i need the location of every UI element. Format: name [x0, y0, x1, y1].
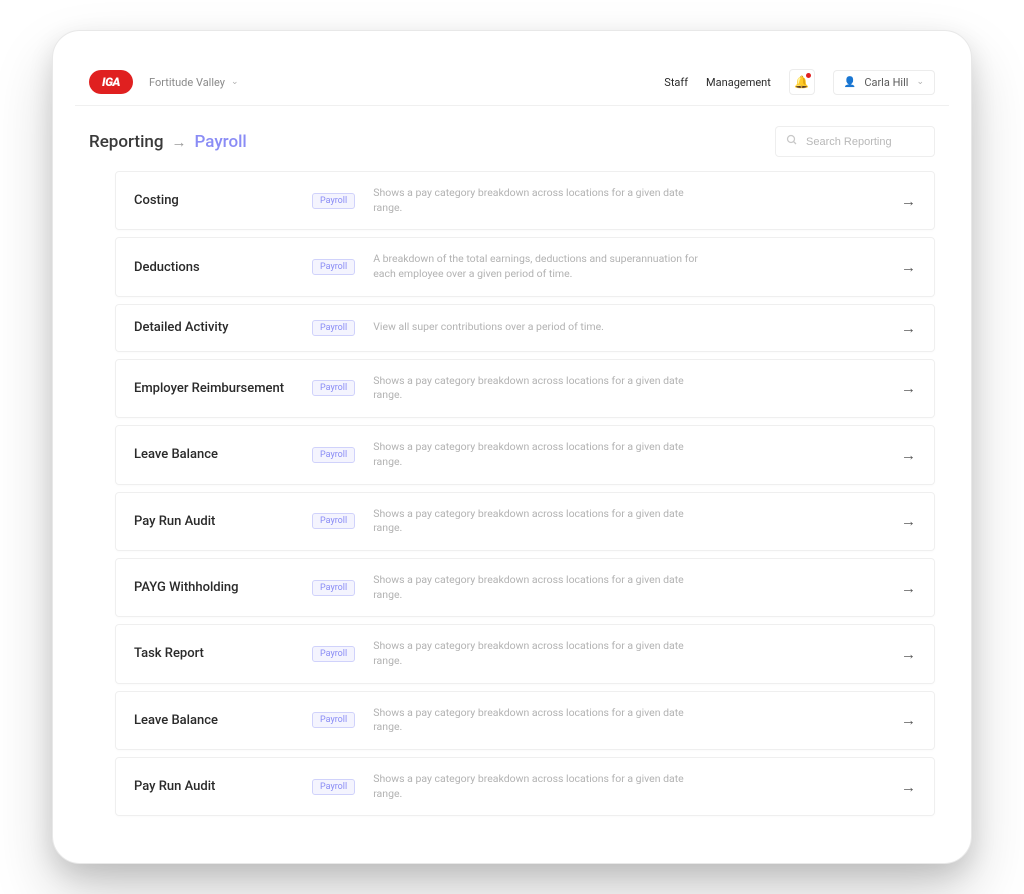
- device-frame: IGA Fortitude Valley ⌄ Staff Management …: [52, 30, 972, 864]
- report-title: Costing: [134, 193, 294, 208]
- arrow-right-icon: →: [901, 379, 916, 397]
- report-row[interactable]: Leave Balance Payroll Shows a pay category…: [115, 691, 935, 750]
- arrow-right-icon: →: [901, 192, 916, 210]
- user-menu[interactable]: 👤 Carla Hill ⌄: [833, 70, 935, 95]
- report-title: Pay Run Audit: [134, 779, 294, 794]
- report-description: Shows a pay category breakdown across lo…: [373, 573, 703, 602]
- chevron-down-icon: ⌄: [916, 77, 924, 87]
- report-description: Shows a pay category breakdown across lo…: [373, 186, 703, 215]
- report-description: Shows a pay category breakdown across lo…: [373, 507, 703, 536]
- breadcrumb-parent[interactable]: Reporting: [89, 132, 164, 152]
- breadcrumb: Reporting → Payroll: [89, 132, 247, 152]
- report-badge: Payroll: [312, 380, 355, 396]
- header-left: IGA Fortitude Valley ⌄: [89, 70, 239, 94]
- report-title: Pay Run Audit: [134, 514, 294, 529]
- report-row[interactable]: Leave Balance Payroll Shows a pay category…: [115, 425, 935, 484]
- arrow-right-icon: →: [901, 512, 916, 530]
- report-badge: Payroll: [312, 712, 355, 728]
- report-badge: Payroll: [312, 320, 355, 336]
- report-badge: Payroll: [312, 646, 355, 662]
- user-name-label: Carla Hill: [864, 76, 908, 89]
- nav-staff[interactable]: Staff: [664, 76, 688, 89]
- arrow-right-icon: →: [901, 778, 916, 796]
- report-badge: Payroll: [312, 513, 355, 529]
- report-row[interactable]: Deductions Payroll A breakdown of the tota…: [115, 237, 935, 296]
- arrow-right-icon: →: [901, 258, 916, 276]
- report-description: Shows a pay category breakdown across lo…: [373, 639, 703, 668]
- report-title: Detailed Activity: [134, 320, 294, 335]
- arrow-right-icon: →: [901, 446, 916, 464]
- report-description: Shows a pay category breakdown across lo…: [373, 772, 703, 801]
- subheader: Reporting → Payroll: [75, 106, 949, 171]
- header: IGA Fortitude Valley ⌄ Staff Management …: [75, 59, 949, 106]
- report-title: Leave Balance: [134, 447, 294, 462]
- nav-management[interactable]: Management: [706, 76, 771, 89]
- report-title: Task Report: [134, 646, 294, 661]
- report-row[interactable]: PAYG Withholding Payroll Shows a pay categ…: [115, 558, 935, 617]
- report-title: PAYG Withholding: [134, 580, 294, 595]
- reports-list: Costing Payroll Shows a pay category break…: [75, 171, 949, 816]
- notification-dot-icon: [806, 73, 811, 78]
- report-row[interactable]: Costing Payroll Shows a pay category break…: [115, 171, 935, 230]
- location-selector[interactable]: Fortitude Valley ⌄: [149, 76, 239, 89]
- report-description: A breakdown of the total earnings, deduc…: [373, 252, 703, 281]
- report-row[interactable]: Pay Run Audit Payroll Shows a pay category…: [115, 492, 935, 551]
- report-row[interactable]: Employer Reimbursement Payroll Shows a pay…: [115, 359, 935, 418]
- report-description: Shows a pay category breakdown across lo…: [373, 706, 703, 735]
- arrow-right-icon: →: [901, 579, 916, 597]
- report-badge: Payroll: [312, 580, 355, 596]
- user-icon: 👤: [844, 77, 856, 88]
- report-badge: Payroll: [312, 259, 355, 275]
- search-icon: [786, 134, 798, 149]
- report-title: Employer Reimbursement: [134, 381, 294, 396]
- brand-logo: IGA: [89, 70, 133, 94]
- search-box[interactable]: [775, 126, 935, 157]
- app-container: IGA Fortitude Valley ⌄ Staff Management …: [75, 59, 949, 816]
- header-right: Staff Management 🔔 👤 Carla Hill ⌄: [664, 69, 935, 95]
- report-description: Shows a pay category breakdown across lo…: [373, 440, 703, 469]
- report-description: View all super contributions over a peri…: [373, 320, 703, 335]
- report-badge: Payroll: [312, 447, 355, 463]
- report-title: Leave Balance: [134, 713, 294, 728]
- report-description: Shows a pay category breakdown across lo…: [373, 374, 703, 403]
- arrow-right-icon: →: [901, 645, 916, 663]
- arrow-right-icon: →: [901, 711, 916, 729]
- location-label: Fortitude Valley: [149, 76, 225, 89]
- report-row[interactable]: Task Report Payroll Shows a pay category b…: [115, 624, 935, 683]
- arrow-right-icon: →: [901, 319, 916, 337]
- search-input[interactable]: [806, 136, 924, 148]
- breadcrumb-current: Payroll: [195, 132, 247, 152]
- arrow-right-icon: →: [172, 133, 187, 151]
- report-badge: Payroll: [312, 193, 355, 209]
- notifications-button[interactable]: 🔔: [789, 69, 815, 95]
- report-row[interactable]: Pay Run Audit Payroll Shows a pay category…: [115, 757, 935, 816]
- report-badge: Payroll: [312, 779, 355, 795]
- chevron-down-icon: ⌄: [231, 77, 239, 87]
- report-row[interactable]: Detailed Activity Payroll View all super c…: [115, 304, 935, 352]
- report-title: Deductions: [134, 260, 294, 275]
